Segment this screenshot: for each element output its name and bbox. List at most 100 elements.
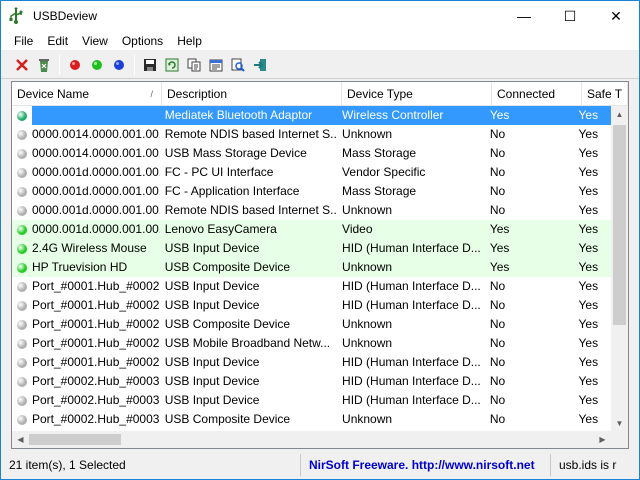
table-row[interactable]: Port_#0001.Hub_#0002 USB Input Device HID … (12, 277, 613, 296)
horizontal-scroll-thumb[interactable] (29, 434, 121, 445)
description-cell: Remote NDIS based Internet S... (164, 203, 338, 217)
device-name-cell: Port_#0001.Hub_#0002 (12, 315, 160, 334)
safe-to-unplug-cell: Yes (578, 184, 599, 198)
status-dot-icon (17, 262, 27, 273)
table-row[interactable]: Port_#0001.Hub_#0002 USB Composite Device… (12, 315, 613, 334)
description-cell: FC - Application Interface (164, 184, 300, 198)
column-label: Safe T (587, 87, 623, 101)
horizontal-scrollbar[interactable]: ◀ ▶ (12, 431, 628, 448)
column-header-safe-to-unplug[interactable]: Safe T (582, 82, 628, 106)
menu-file[interactable]: File (7, 31, 40, 51)
title-bar[interactable]: USBDeview — ☐ ✕ (1, 1, 639, 31)
menu-help[interactable]: Help (170, 31, 209, 51)
menu-edit[interactable]: Edit (40, 31, 75, 51)
device-name: 0000.001d.0000.001.00... (32, 203, 160, 217)
connected-cell: No (489, 127, 506, 141)
status-bar: 21 item(s), 1 Selected NirSoft Freeware.… (1, 451, 639, 479)
table-row[interactable]: 0000.001d.0000.001.00... FC - Application… (12, 182, 613, 201)
column-label: Device Type (347, 87, 413, 101)
table-row[interactable]: Port_#0001.Hub_#0002 USB Mobile Broadband… (12, 334, 613, 353)
copy-icon[interactable] (183, 54, 205, 76)
column-header-device-type[interactable]: Device Type (342, 82, 492, 106)
table-row[interactable]: HP Truevision HD USB Composite Device Unkn… (12, 258, 613, 277)
connected-cell: Yes (489, 222, 510, 236)
status-dot-icon (17, 205, 27, 216)
status-dot-icon (17, 110, 27, 121)
connected-cell: No (489, 355, 506, 369)
sort-ascending-icon: / (150, 89, 153, 99)
table-row[interactable]: 0000.001d.0000.001.00... FC - PC UI Inter… (12, 163, 613, 182)
refresh-icon[interactable] (161, 54, 183, 76)
column-label: Device Name (17, 87, 90, 101)
device-name: Port_#0001.Hub_#0002 (32, 279, 160, 293)
scroll-up-icon[interactable]: ▲ (611, 106, 628, 123)
list-header: Device Name / Description Device Type Co… (12, 82, 628, 106)
menu-options[interactable]: Options (115, 31, 170, 51)
scroll-down-icon[interactable]: ▼ (611, 415, 628, 432)
toolbar (1, 52, 639, 79)
exit-icon[interactable] (249, 54, 271, 76)
column-header-connected[interactable]: Connected (492, 82, 582, 106)
table-row[interactable]: Port_#0002.Hub_#0003 USB Composite Device… (12, 410, 613, 429)
table-row[interactable]: Port_#0002.Hub_#0003 USB Input Device HID … (12, 372, 613, 391)
description-cell: USB Mobile Broadband Netw... (164, 336, 331, 350)
table-row[interactable]: 0000.0014.0000.001.00... USB Mass Storage… (12, 144, 613, 163)
table-row[interactable]: 0000.001d.0000.001.00... Lenovo EasyCamer… (12, 220, 613, 239)
safe-to-unplug-cell: Yes (578, 146, 599, 160)
table-row[interactable]: 0000.0014.0000.001.00... Remote NDIS base… (12, 125, 613, 144)
toolbar-separator (59, 55, 60, 75)
device-type-cell: Unknown (342, 336, 393, 350)
device-name-cell: 0000.001d.0000.001.00... (12, 182, 160, 201)
device-type-cell: Unknown (342, 127, 393, 141)
connect-green-icon[interactable] (86, 54, 108, 76)
table-row[interactable]: Port_#0001.Hub_#0002 USB Input Device HID … (12, 353, 613, 372)
disconnect-red-icon[interactable] (64, 54, 86, 76)
maximize-button[interactable]: ☐ (547, 1, 593, 31)
device-type-cell: HID (Human Interface D... (342, 298, 481, 312)
connected-cell: Yes (489, 108, 510, 122)
connected-cell: No (489, 317, 506, 331)
table-row[interactable]: Port_#0001.Hub_#0002 USB Input Device HID … (12, 296, 613, 315)
close-button[interactable]: ✕ (593, 1, 639, 31)
enable-blue-icon[interactable] (108, 54, 130, 76)
description-cell: FC - PC UI Interface (164, 165, 274, 179)
status-usb-ids: usb.ids is r (559, 458, 617, 472)
column-header-device-name[interactable]: Device Name / (12, 82, 162, 106)
column-header-description[interactable]: Description (162, 82, 342, 106)
connected-cell: No (489, 203, 506, 217)
device-list[interactable]: Device Name / Description Device Type Co… (11, 81, 629, 449)
device-name-cell: 0000.0014.0000.001.00... (12, 125, 160, 144)
connected-cell: No (489, 146, 506, 160)
uninstall-icon[interactable] (11, 54, 33, 76)
nirsoft-link[interactable]: NirSoft Freeware. http://www.nirsoft.net (301, 454, 551, 476)
recycle-icon[interactable] (33, 54, 55, 76)
device-name-cell: 2.4G Wireless Mouse (12, 239, 160, 258)
table-row[interactable]: 0000.001d.0000.001.00... Remote NDIS base… (12, 201, 613, 220)
save-icon[interactable] (139, 54, 161, 76)
table-row[interactable]: 2.4G Wireless Mouse USB Input Device HID (… (12, 239, 613, 258)
connected-cell: No (489, 393, 506, 407)
device-name-cell: Port_#0002.Hub_#0003 (12, 372, 160, 391)
status-dot-icon (17, 148, 27, 159)
scroll-right-icon[interactable]: ▶ (594, 431, 611, 448)
vertical-scrollbar[interactable]: ▲ ▼ (611, 106, 628, 432)
description-cell: USB Input Device (164, 374, 260, 388)
connected-cell: Yes (489, 241, 510, 255)
device-name: Port_#0001.Hub_#0002 (32, 298, 160, 312)
device-type-cell: Video (342, 222, 373, 236)
properties-icon[interactable] (205, 54, 227, 76)
device-name: 0000.001d.0000.001.00... (32, 222, 160, 236)
device-name-cell: Port_#0001.Hub_#0002 (12, 334, 160, 353)
safe-to-unplug-cell: Yes (578, 355, 599, 369)
connected-cell: No (489, 279, 506, 293)
device-type-cell: Mass Storage (342, 184, 417, 198)
scroll-left-icon[interactable]: ◀ (12, 431, 29, 448)
device-type-cell: Unknown (342, 317, 393, 331)
vertical-scroll-thumb[interactable] (613, 125, 626, 325)
find-icon[interactable] (227, 54, 249, 76)
safe-to-unplug-cell: Yes (578, 412, 599, 426)
minimize-button[interactable]: — (501, 1, 547, 31)
menu-view[interactable]: View (75, 31, 115, 51)
table-row[interactable]: Port_#0002.Hub_#0003 USB Input Device HID … (12, 391, 613, 410)
table-row[interactable]: Mediatek Bluetooth Adaptor Wireless Contr… (12, 106, 613, 125)
